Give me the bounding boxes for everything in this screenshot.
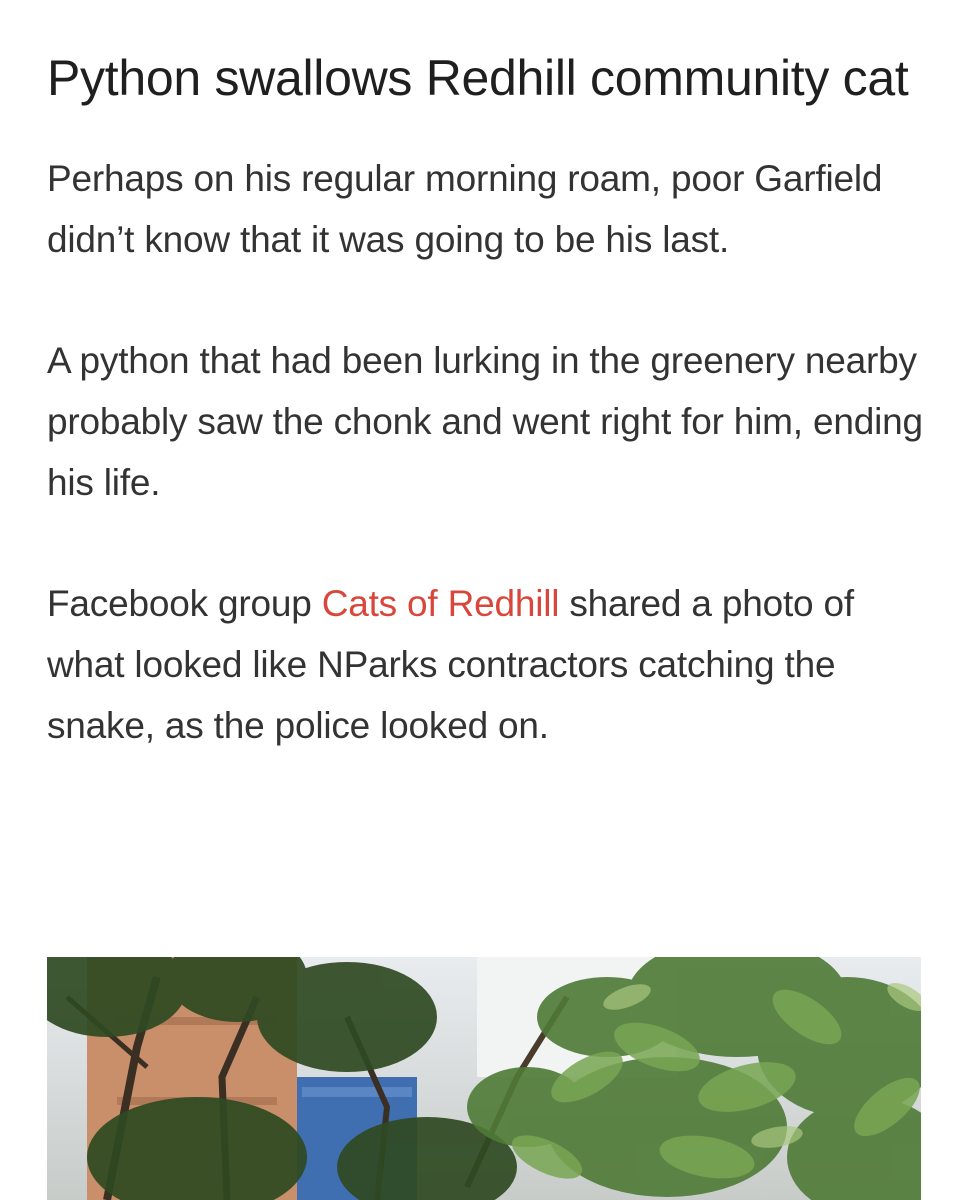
article-paragraph-3: Facebook group Cats of Redhill shared a … (47, 573, 927, 756)
article-headline: Python swallows Redhill community cat (47, 50, 909, 106)
article-photo (47, 957, 921, 1200)
paragraph-text-before-link: Facebook group (47, 583, 322, 624)
article-body: Python swallows Redhill community cat Pe… (47, 48, 927, 756)
article-paragraph-1: Perhaps on his regular morning roam, poo… (47, 158, 883, 260)
article-paragraph-2: A python that had been lurking in the gr… (47, 340, 923, 503)
photo-trees-image (47, 957, 921, 1200)
cats-of-redhill-link[interactable]: Cats of Redhill (322, 583, 560, 624)
